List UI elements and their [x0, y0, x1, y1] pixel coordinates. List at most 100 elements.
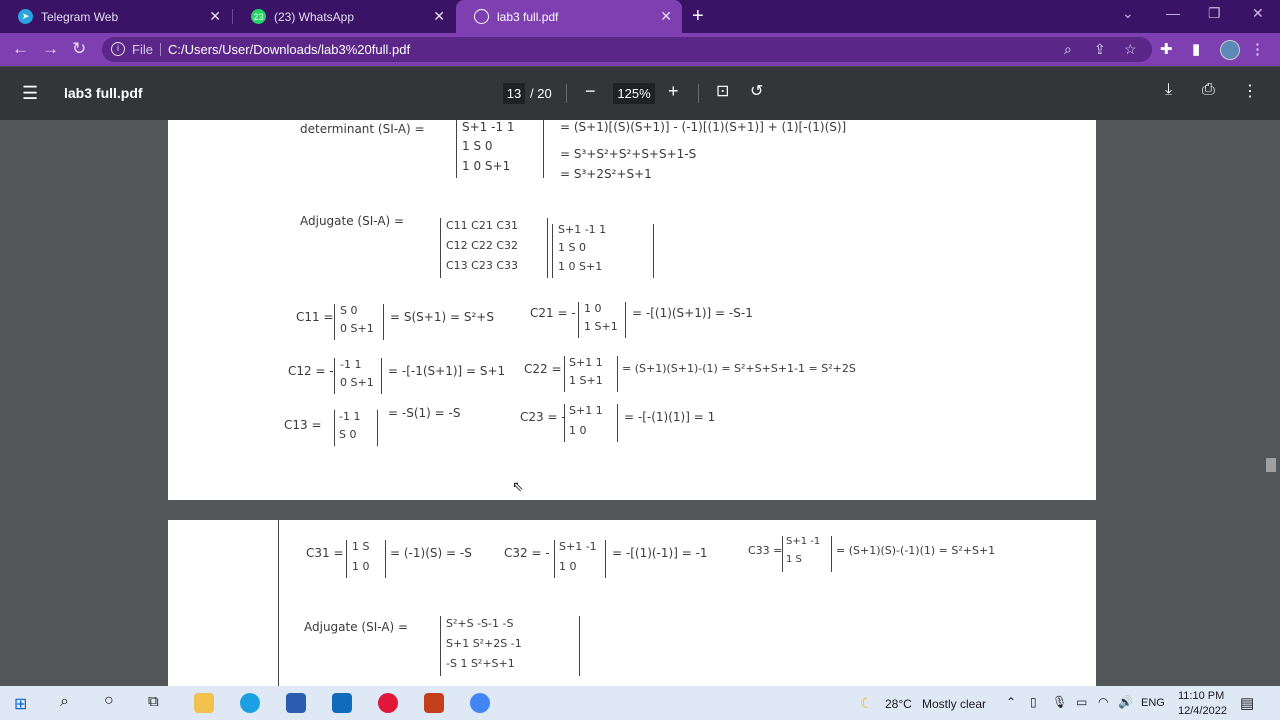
cofactor-result: = -S(1) = -S [388, 406, 461, 420]
cofactor-result: = -[-(1)(1)] = 1 [624, 410, 716, 424]
matrix-row: 1 S [352, 540, 370, 553]
tab-whatsapp[interactable]: 23 (23) WhatsApp ✕ [233, 0, 455, 33]
cofactor-label: C23 = - [520, 410, 566, 424]
matrix-row: -S 1 S²+S+1 [446, 657, 515, 670]
cortana-icon[interactable]: ○ [104, 692, 114, 710]
tab-telegram[interactable]: ➤ Telegram Web ✕ [0, 0, 231, 33]
hamburger-menu-icon[interactable]: ☰ [22, 83, 38, 104]
cofactor-label: C31 = [306, 546, 344, 560]
share-icon[interactable]: ⇪ [1094, 41, 1106, 58]
cofactor-result: = (S+1)(S+1)-(1) = S²+S+S+1-1 = S²+2S [622, 362, 856, 375]
profile-avatar[interactable] [1220, 40, 1240, 60]
scrollbar-thumb[interactable] [1266, 458, 1276, 472]
matrix-row: 1 0 [559, 560, 577, 573]
matrix-row: -1 1 [340, 358, 362, 371]
language-indicator[interactable]: ENG [1141, 697, 1165, 709]
print-icon[interactable]: ⎙ [1202, 81, 1215, 99]
url-text[interactable]: C:/Users/User/Downloads/lab3%20full.pdf [168, 42, 410, 57]
close-tab-icon[interactable]: ✕ [433, 8, 445, 25]
close-tab-icon[interactable]: ✕ [660, 8, 672, 25]
opera-icon[interactable] [378, 693, 398, 713]
rotate-icon[interactable]: ↺ [750, 81, 763, 101]
det-result: = S³+2S²+S+1 [560, 167, 652, 181]
bookmark-star-icon[interactable]: ☆ [1124, 41, 1137, 58]
back-button[interactable]: ← [12, 39, 29, 59]
tab-label: lab3 full.pdf [497, 9, 559, 24]
matrix-row: S+1 1 [569, 404, 603, 417]
powerpoint-icon[interactable] [424, 693, 444, 713]
minimize-button[interactable]: — [1166, 5, 1180, 21]
page-margin-line [278, 520, 279, 686]
task-view-icon[interactable]: ⧉ [148, 693, 159, 710]
zoom-in-button[interactable]: + [668, 81, 679, 102]
clock-time[interactable]: 11:10 PM [1178, 690, 1224, 702]
file-explorer-icon[interactable] [194, 693, 214, 713]
matrix-row: 1 0 S+1 [462, 159, 511, 173]
pdf-viewer[interactable]: determinant (SI-A) = S+1 -1 1 1 S 0 1 0 … [0, 120, 1280, 686]
windows-taskbar: ⊞ ⌕ ○ ⧉ ☾ 28°C Mostly clear ⌃ ▯ 🎙 ▭ ◠ 🔊 … [0, 686, 1280, 720]
chrome-icon[interactable] [470, 693, 490, 713]
zoom-level-input[interactable]: 125% [613, 83, 655, 104]
cofactor-result: = (-1)(S) = -S [390, 546, 472, 560]
search-icon[interactable]: ⌕ [60, 693, 69, 711]
browser-menu-icon[interactable]: ⋮ [1250, 40, 1265, 58]
tab-search-chevron-icon[interactable]: ⌄ [1122, 5, 1134, 22]
forward-button[interactable]: → [42, 39, 59, 59]
battery-icon[interactable]: ▯ [1030, 695, 1037, 709]
clock-date[interactable]: 12/4/2022 [1178, 705, 1227, 717]
matrix-row: 1 S+1 [569, 374, 603, 387]
omnibox[interactable]: i File C:/Users/User/Downloads/lab3%20fu… [102, 37, 1152, 62]
side-panel-icon[interactable]: ▮ [1192, 40, 1200, 58]
cofactor-result: = -[(1)(S+1)] = -S-1 [632, 306, 753, 320]
pdf-page: determinant (SI-A) = S+1 -1 1 1 S 0 1 0 … [168, 120, 1096, 500]
tab-label: (23) WhatsApp [274, 9, 355, 24]
adjugate-label: Adjugate (SI-A) = [304, 620, 409, 634]
matrix-row: 1 0 [569, 424, 587, 437]
download-icon[interactable]: ⤓ [1165, 81, 1172, 99]
zoom-icon[interactable]: ⌕ [1064, 41, 1072, 58]
store-icon[interactable] [286, 693, 306, 713]
more-actions-icon[interactable]: ⋮ [1242, 81, 1258, 101]
cofactor-label: C32 = - [504, 546, 550, 560]
mail-icon[interactable] [332, 693, 352, 713]
extensions-icon[interactable]: ✚ [1160, 40, 1173, 58]
edge-icon[interactable] [240, 693, 260, 713]
tab-pdf[interactable]: lab3 full.pdf ✕ [456, 0, 682, 33]
pdf-page: C31 = 1 S 1 0 = (-1)(S) = -S C32 = - S+1… [168, 520, 1096, 686]
zoom-out-button[interactable]: − [585, 81, 596, 102]
volume-icon[interactable]: 🔊 [1118, 695, 1133, 709]
network-icon[interactable]: ▭ [1076, 695, 1087, 709]
cofactor-result: = (S+1)(S)-(-1)(1) = S²+S+1 [836, 544, 996, 557]
cofactor-result: = -[-1(S+1)] = S+1 [388, 364, 506, 378]
telegram-icon: ➤ [18, 9, 33, 24]
globe-icon [474, 9, 489, 24]
close-window-button[interactable]: ✕ [1252, 5, 1264, 22]
matrix-row: S+1 S²+2S -1 [446, 637, 522, 650]
cofactor-label: C33 = [748, 544, 783, 557]
weather-temperature[interactable]: 28°C [885, 697, 912, 711]
matrix-row: 1 S 0 [558, 241, 586, 254]
weather-description[interactable]: Mostly clear [922, 697, 986, 711]
cofactor-result: = S(S+1) = S²+S [390, 310, 494, 324]
maximize-button[interactable]: ❐ [1208, 5, 1221, 22]
matrix-row: -1 1 [339, 410, 361, 423]
reload-button[interactable]: ↻ [72, 39, 86, 59]
matrix-row: 1 0 S+1 [558, 260, 603, 273]
document-title: lab3 full.pdf [64, 85, 143, 101]
wifi-icon[interactable]: ◠ [1098, 695, 1108, 709]
pdf-toolbar: ☰ lab3 full.pdf 13 / 20 − 125% + ⊡ ↺ ⤓ ⎙… [0, 67, 1280, 120]
matrix-row: 0 S+1 [340, 322, 374, 335]
cofactor-label: C12 = - [288, 364, 334, 378]
info-icon[interactable]: i [111, 42, 125, 56]
microphone-icon[interactable]: 🎙 [1052, 695, 1067, 709]
page-number-input[interactable]: 13 [503, 83, 525, 104]
notification-center-icon[interactable]: ▤ [1240, 694, 1254, 712]
weather-moon-icon[interactable]: ☾ [860, 695, 873, 712]
new-tab-button[interactable]: + [692, 5, 704, 28]
windows-start-icon[interactable]: ⊞ [14, 694, 27, 714]
matrix-row: 1 S 0 [462, 139, 493, 153]
matrix-row: S+1 -1 1 [558, 223, 607, 236]
show-hidden-icons-chevron[interactable]: ⌃ [1006, 695, 1016, 709]
close-tab-icon[interactable]: ✕ [209, 8, 221, 25]
fit-to-page-icon[interactable]: ⊡ [716, 81, 729, 101]
